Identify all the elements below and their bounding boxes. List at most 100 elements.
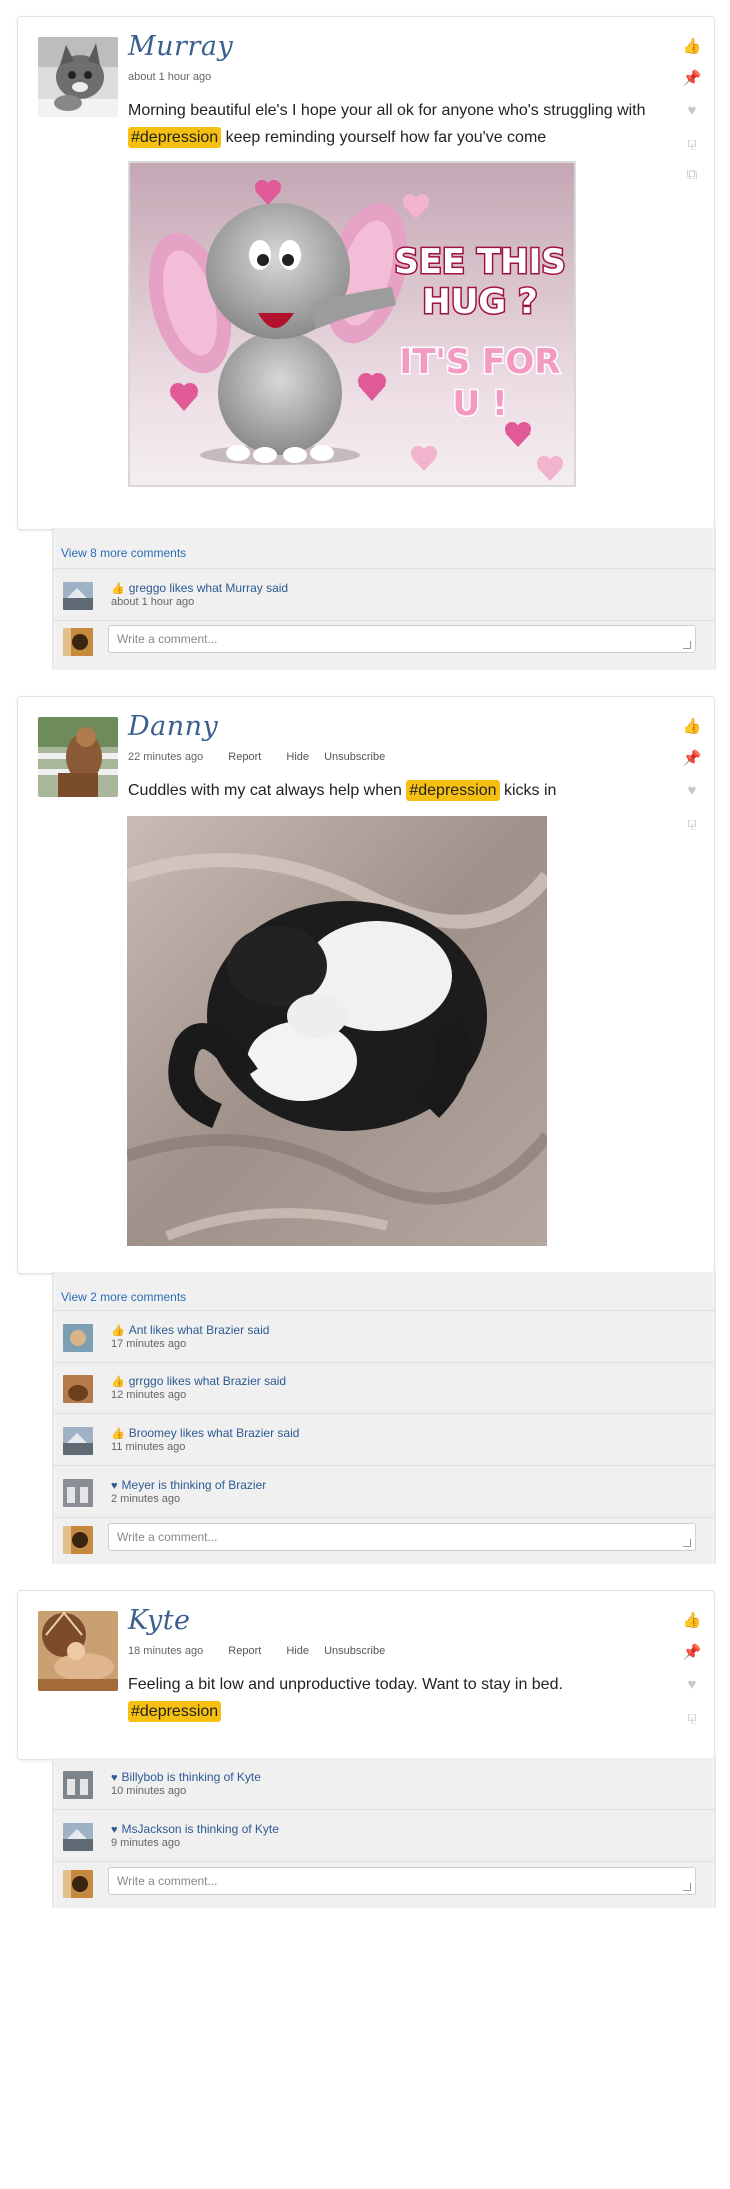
report-link[interactable]: Report — [228, 751, 261, 763]
post-image[interactable]: SEE THIS HUG ? IT'S FOR U ! — [128, 161, 576, 487]
comment-text[interactable]: ♥ Meyer is thinking of Brazier — [111, 1478, 266, 1492]
comment-label: Ant likes what Brazier said — [128, 1323, 270, 1337]
hashtag[interactable]: #depression — [128, 1701, 222, 1722]
thumbs-up-icon: 👍 — [111, 1376, 125, 1388]
post-actions: 👍 📌 ♥ ⚼ — [682, 717, 702, 845]
post-card: Murray about 1 hour ago Morning beautifu… — [17, 16, 715, 530]
avatar[interactable] — [63, 1479, 93, 1507]
comment-time: 9 minutes ago — [111, 1837, 181, 1849]
comment-time: 17 minutes ago — [111, 1338, 187, 1350]
post-text-before: Cuddles with my cat always help when — [128, 782, 402, 799]
thumbs-up-icon: 👍 — [111, 1325, 125, 1337]
avatar[interactable] — [38, 717, 118, 797]
avatar[interactable] — [63, 628, 93, 656]
like-icon[interactable]: 👍 — [682, 37, 702, 57]
post-text-after: kicks in — [503, 782, 557, 799]
ear-icon[interactable]: ⚼ — [682, 813, 702, 833]
avatar[interactable] — [63, 582, 93, 610]
unsubscribe-link[interactable]: Unsubscribe — [324, 751, 385, 763]
like-icon[interactable]: 👍 — [682, 717, 702, 737]
post-time: 22 minutes ago — [128, 751, 204, 763]
avatar[interactable] — [63, 1823, 93, 1851]
avatar[interactable] — [63, 1427, 93, 1455]
comment-row: 👍 grrggo likes what Brazier said 12 minut… — [53, 1362, 715, 1414]
comment-row: 👍 Ant likes what Brazier said 17 minutes … — [53, 1310, 715, 1363]
post-text-before: Morning beautiful ele's I hope your all … — [128, 102, 646, 119]
comment-text[interactable]: ♥ Billybob is thinking of Kyte — [111, 1770, 261, 1784]
post-text-after: keep reminding yourself how far you've c… — [225, 129, 547, 146]
avatar[interactable] — [63, 1375, 93, 1403]
post-author[interactable]: Danny — [128, 711, 218, 742]
post-image[interactable] — [127, 816, 547, 1246]
comment-input-row: Write a comment... — [53, 1518, 715, 1560]
hashtag[interactable]: #depression — [406, 780, 500, 801]
comment-time: about 1 hour ago — [111, 596, 195, 608]
post-author[interactable]: Murray — [128, 31, 233, 62]
comment-label: Billybob is thinking of Kyte — [121, 1770, 261, 1784]
image-caption-line: HUG ? — [422, 282, 538, 322]
avatar[interactable] — [63, 1771, 93, 1799]
pin-icon[interactable]: 📌 — [682, 1643, 702, 1663]
comments-panel: View 8 more comments 👍 greggo likes what … — [52, 528, 716, 670]
heart-icon[interactable]: ♥ — [682, 781, 702, 801]
post-time: 18 minutes ago — [128, 1645, 204, 1657]
thumbs-up-icon: 👍 — [111, 583, 125, 595]
comment-input[interactable]: Write a comment... — [108, 1523, 696, 1551]
image-caption-line: U ! — [453, 384, 508, 424]
comment-input[interactable]: Write a comment... — [108, 1867, 696, 1895]
comment-row: ♥ Billybob is thinking of Kyte 10 minutes… — [53, 1758, 715, 1810]
post-meta: about 1 hour ago — [128, 71, 233, 83]
copy-icon[interactable]: ⧉ — [682, 165, 702, 185]
heart-icon: ♥ — [111, 1480, 118, 1492]
comment-text[interactable]: 👍 Ant likes what Brazier said — [111, 1323, 269, 1337]
pin-icon[interactable]: 📌 — [682, 749, 702, 769]
pin-icon[interactable]: 📌 — [682, 69, 702, 89]
heart-icon: ♥ — [111, 1772, 118, 1784]
post-author[interactable]: Kyte — [128, 1605, 191, 1636]
comment-row: 👍 Broomey likes what Brazier said 11 minu… — [53, 1414, 715, 1466]
thumbs-up-icon: 👍 — [111, 1428, 125, 1440]
avatar[interactable] — [63, 1324, 93, 1352]
comment-input-row: Write a comment... — [53, 620, 715, 662]
comment-label: greggo likes what Murray said — [128, 581, 289, 595]
report-link[interactable]: Report — [228, 1645, 261, 1657]
comment-label: MsJackson is thinking of Kyte — [121, 1822, 279, 1836]
ear-icon[interactable]: ⚼ — [682, 1707, 702, 1727]
hashtag[interactable]: #depression — [128, 127, 222, 148]
comment-text[interactable]: 👍 greggo likes what Murray said — [111, 581, 288, 595]
post-text: Feeling a bit low and unproductive today… — [128, 1671, 688, 1725]
heart-icon[interactable]: ♥ — [682, 101, 702, 121]
hide-link[interactable]: Hide — [286, 1645, 309, 1657]
post-actions: 👍 📌 ♥ ⚼ ⧉ — [682, 37, 702, 197]
post-card: Danny 22 minutes ago Report Hide Unsubsc… — [17, 696, 715, 1274]
view-more-comments-link[interactable]: View 2 more comments — [61, 1290, 186, 1304]
post-time: about 1 hour ago — [128, 71, 212, 83]
comments-panel: View 2 more comments 👍 Ant likes what Bra… — [52, 1272, 716, 1564]
hide-link[interactable]: Hide — [286, 751, 309, 763]
comment-label: Meyer is thinking of Brazier — [121, 1478, 267, 1492]
comment-time: 10 minutes ago — [111, 1785, 187, 1797]
ear-icon[interactable]: ⚼ — [682, 133, 702, 153]
like-icon[interactable]: 👍 — [682, 1611, 702, 1631]
comment-text[interactable]: 👍 grrggo likes what Brazier said — [111, 1374, 286, 1388]
heart-icon: ♥ — [111, 1824, 118, 1836]
comment-text[interactable]: ♥ MsJackson is thinking of Kyte — [111, 1822, 279, 1836]
post-actions: 👍 📌 ♥ ⚼ — [682, 1611, 702, 1739]
heart-icon[interactable]: ♥ — [682, 1675, 702, 1695]
comment-text[interactable]: 👍 Broomey likes what Brazier said — [111, 1426, 299, 1440]
avatar[interactable] — [63, 1526, 93, 1554]
post-meta: 18 minutes ago Report Hide Unsubscribe — [128, 1645, 407, 1657]
comment-row: ♥ MsJackson is thinking of Kyte 9 minutes… — [53, 1810, 715, 1862]
comments-panel: ♥ Billybob is thinking of Kyte 10 minutes… — [52, 1758, 716, 1908]
avatar[interactable] — [63, 1870, 93, 1898]
avatar[interactable] — [38, 37, 118, 117]
avatar[interactable] — [38, 1611, 118, 1691]
post-meta: 22 minutes ago Report Hide Unsubscribe — [128, 751, 407, 763]
comment-input[interactable]: Write a comment... — [108, 625, 696, 653]
unsubscribe-link[interactable]: Unsubscribe — [324, 1645, 385, 1657]
image-caption-line: SEE THIS — [394, 242, 566, 282]
comment-label: Broomey likes what Brazier said — [128, 1426, 300, 1440]
post-card: Kyte 18 minutes ago Report Hide Unsubscr… — [17, 1590, 715, 1760]
image-caption-line: IT'S FOR — [400, 342, 561, 382]
view-more-comments-link[interactable]: View 8 more comments — [61, 546, 186, 560]
